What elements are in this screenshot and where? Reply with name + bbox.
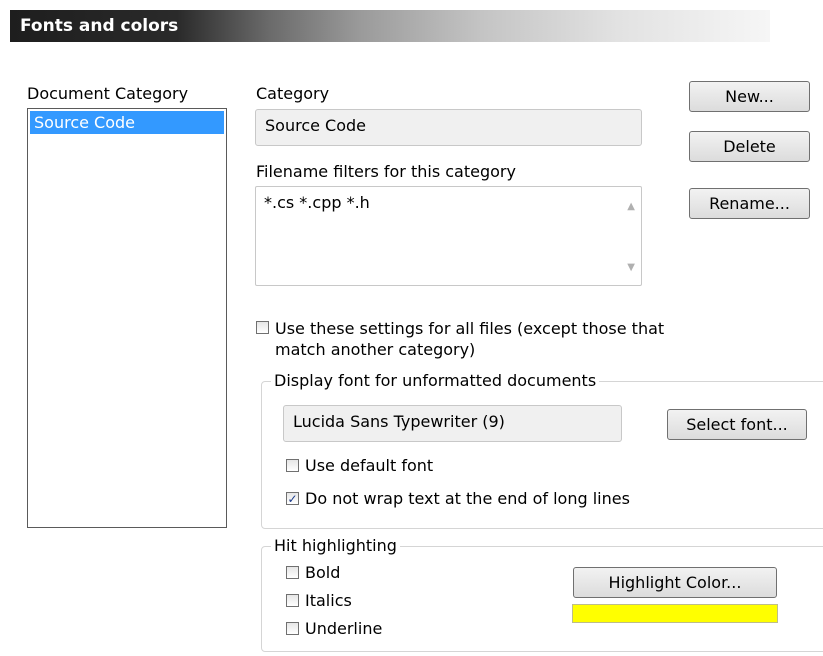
use-default-font-checkbox[interactable] — [286, 459, 299, 472]
bold-checkbox[interactable] — [286, 566, 299, 579]
highlight-color-swatch[interactable] — [572, 604, 778, 623]
underline-label: Underline — [305, 619, 383, 638]
filename-filters-label: Filename filters for this category — [256, 162, 516, 181]
filename-filters-value: *.cs *.cpp *.h — [264, 193, 370, 212]
italics-checkbox[interactable] — [286, 594, 299, 607]
italics-row[interactable]: Italics — [286, 591, 352, 610]
select-font-button[interactable]: Select font... — [667, 409, 807, 440]
new-button[interactable]: New... — [689, 81, 810, 112]
delete-button[interactable]: Delete — [689, 131, 810, 162]
no-wrap-label: Do not wrap text at the end of long line… — [305, 489, 630, 508]
bold-row[interactable]: Bold — [286, 563, 340, 582]
section-title: Fonts and colors — [20, 16, 179, 36]
no-wrap-row[interactable]: ✓ Do not wrap text at the end of long li… — [286, 489, 630, 508]
section-header: Fonts and colors — [10, 10, 770, 42]
use-settings-all-row[interactable]: Use these settings for all files (except… — [256, 318, 664, 360]
display-font-field[interactable]: Lucida Sans Typewriter (9) — [283, 405, 622, 442]
rename-button[interactable]: Rename... — [689, 188, 810, 219]
use-settings-all-label-line1: Use these settings for all files (except… — [275, 319, 665, 338]
document-category-label: Document Category — [27, 84, 189, 103]
display-font-legend: Display font for unformatted documents — [271, 371, 600, 390]
scroll-up-arrow-icon[interactable]: ▲ — [627, 201, 635, 212]
underline-row[interactable]: Underline — [286, 619, 382, 638]
highlight-color-button[interactable]: Highlight Color... — [573, 567, 777, 598]
list-item-source-code[interactable]: Source Code — [30, 111, 224, 134]
use-default-font-label: Use default font — [305, 456, 434, 475]
use-settings-all-text: Use these settings for all files (except… — [275, 318, 664, 360]
italics-label: Italics — [305, 591, 352, 610]
no-wrap-checkbox[interactable]: ✓ — [286, 492, 299, 505]
underline-checkbox[interactable] — [286, 622, 299, 635]
filename-filters-input[interactable]: *.cs *.cpp *.h ▲ ▼ — [255, 186, 642, 286]
use-default-font-row[interactable]: Use default font — [286, 456, 433, 475]
document-category-list[interactable]: Source Code — [27, 108, 227, 528]
category-name-field[interactable]: Source Code — [255, 109, 642, 146]
category-label: Category — [256, 84, 330, 103]
use-settings-all-checkbox[interactable] — [256, 321, 269, 334]
hit-highlighting-legend: Hit highlighting — [271, 536, 400, 555]
use-settings-all-label-line2: match another category) — [275, 340, 476, 359]
bold-label: Bold — [305, 563, 341, 582]
scroll-down-arrow-icon[interactable]: ▼ — [627, 262, 635, 273]
